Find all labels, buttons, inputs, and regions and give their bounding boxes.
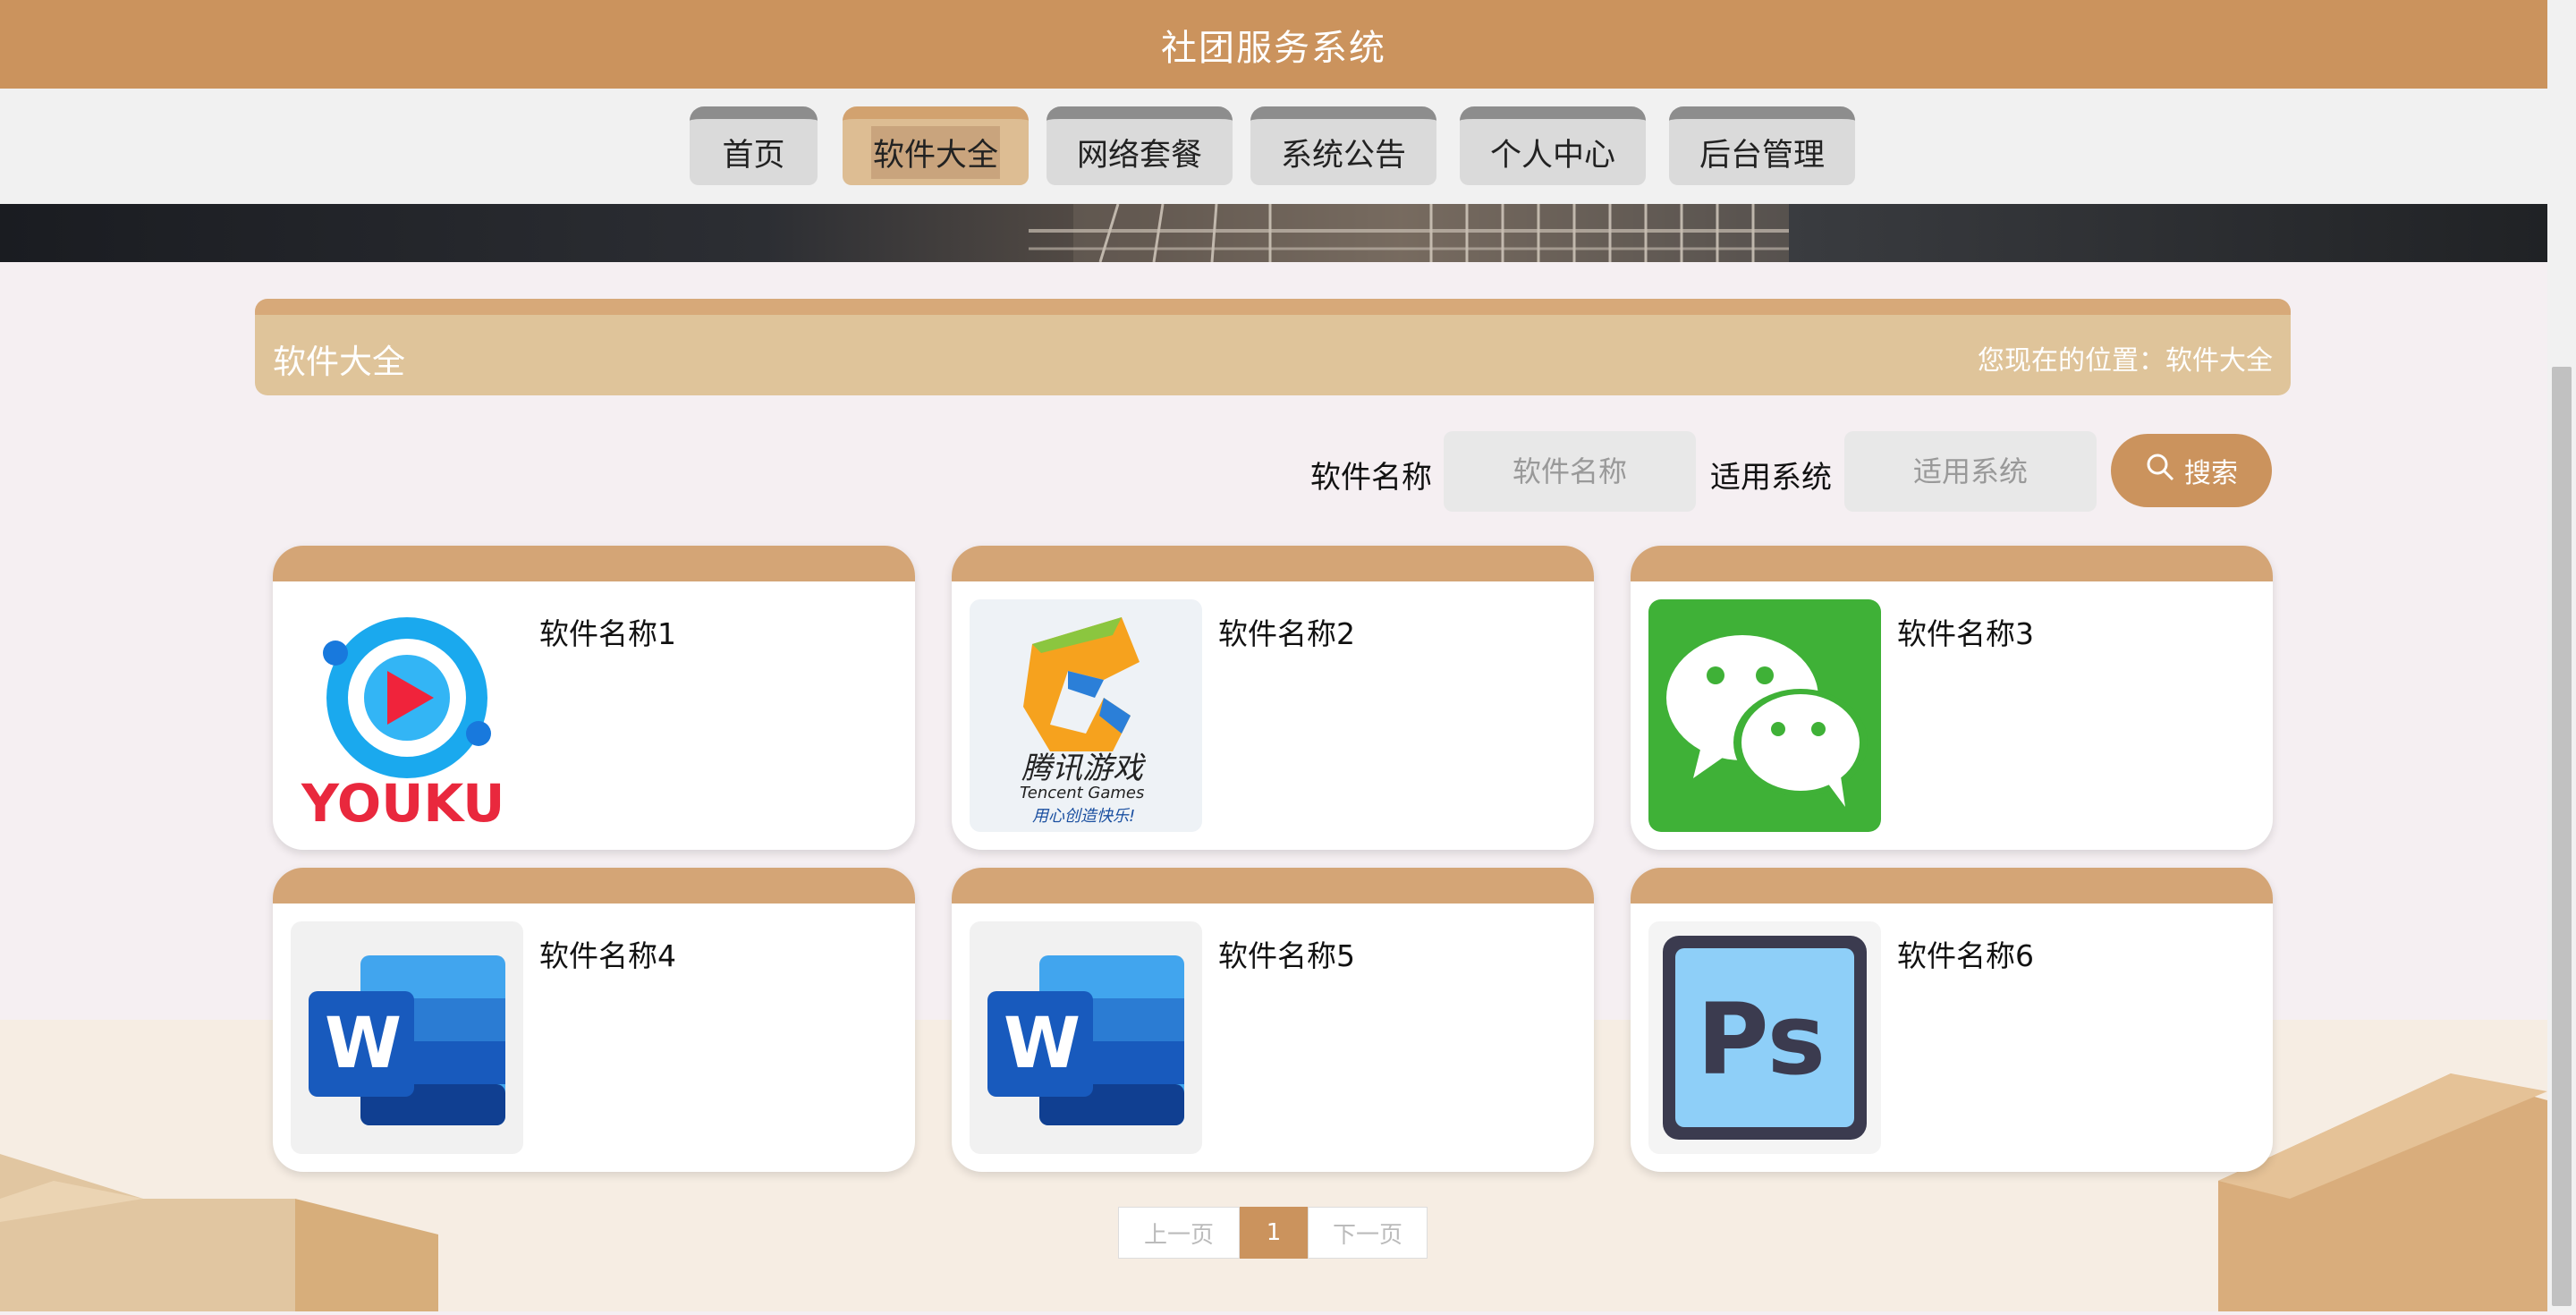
software-name: 软件名称1 — [539, 616, 676, 651]
nav-home[interactable]: 首页 — [690, 106, 818, 185]
page-1-button[interactable]: 1 — [1240, 1207, 1308, 1259]
search-button-label: 搜索 — [2184, 458, 2238, 489]
pagination: 上一页 1 下一页 — [1118, 1207, 1428, 1260]
svg-text:YOUKU: YOUKU — [301, 773, 504, 832]
svg-text:Ps: Ps — [1697, 982, 1826, 1097]
svg-text:Tencent Games: Tencent Games — [1020, 784, 1144, 802]
breadcrumb: 您现在的位置：软件大全 — [1978, 345, 2273, 377]
section-title: 软件大全 — [273, 343, 405, 381]
card-cap — [273, 546, 915, 581]
nav-network-plans[interactable]: 网络套餐 — [1046, 106, 1233, 185]
youku-logo-icon: YOUKU — [291, 599, 523, 832]
photoshop-logo-icon: Ps — [1648, 921, 1881, 1154]
system-input[interactable] — [1844, 431, 2097, 512]
card-cap — [1631, 868, 2273, 904]
prev-page-button[interactable]: 上一页 — [1118, 1207, 1240, 1259]
card-cap — [273, 868, 915, 904]
software-name: 软件名称4 — [539, 938, 676, 973]
main-nav: 首页 软件大全 网络套餐 系统公告 个人中心 后台管理 — [0, 89, 2547, 204]
tencent-games-logo-icon: 腾讯游戏 Tencent Games 用心创造快乐! — [970, 599, 1202, 832]
svg-text:用心创造快乐!: 用心创造快乐! — [1032, 807, 1135, 826]
svg-text:腾讯游戏: 腾讯游戏 — [1021, 751, 1147, 786]
word-logo-icon: W — [970, 921, 1202, 1154]
software-card[interactable]: 软件名称3 — [1631, 546, 2273, 850]
software-name: 软件名称5 — [1218, 938, 1355, 973]
nav-admin[interactable]: 后台管理 — [1669, 106, 1855, 185]
top-header: 社团服务系统 — [0, 0, 2547, 89]
software-name: 软件名称6 — [1897, 938, 2034, 973]
card-cap — [952, 546, 1594, 581]
system-label: 适用系统 — [1710, 460, 1832, 496]
nav-announcements[interactable]: 系统公告 — [1250, 106, 1436, 185]
wechat-logo-icon — [1648, 599, 1881, 832]
software-card[interactable]: YOUKU 软件名称1 — [273, 546, 915, 850]
banner-image — [0, 204, 2547, 262]
svg-text:W: W — [1004, 1004, 1080, 1084]
software-name-input[interactable] — [1444, 431, 1696, 512]
next-page-button[interactable]: 下一页 — [1308, 1207, 1428, 1259]
site-title: 社团服务系统 — [1161, 27, 1386, 69]
software-name: 软件名称3 — [1897, 616, 2034, 651]
nav-profile[interactable]: 个人中心 — [1460, 106, 1646, 185]
scrollbar-thumb[interactable] — [2552, 367, 2572, 1306]
card-cap — [1631, 546, 2273, 581]
word-logo-icon: W — [291, 921, 523, 1154]
software-card[interactable]: Ps 软件名称6 — [1631, 868, 2273, 1172]
software-name-label: 软件名称 — [1310, 460, 1432, 496]
software-card[interactable]: W 软件名称4 — [273, 868, 915, 1172]
card-cap — [952, 868, 1594, 904]
page-scrollbar[interactable] — [2547, 0, 2576, 1311]
search-icon — [2145, 452, 2175, 489]
software-card[interactable]: 腾讯游戏 Tencent Games 用心创造快乐! 软件名称2 — [952, 546, 1594, 850]
svg-text:W: W — [325, 1004, 402, 1084]
search-button[interactable]: 搜索 — [2111, 434, 2272, 507]
software-name: 软件名称2 — [1218, 616, 1355, 651]
software-card[interactable]: W 软件名称5 — [952, 868, 1594, 1172]
nav-software[interactable]: 软件大全 — [843, 106, 1029, 185]
section-header: 软件大全 您现在的位置：软件大全 — [255, 299, 2291, 395]
